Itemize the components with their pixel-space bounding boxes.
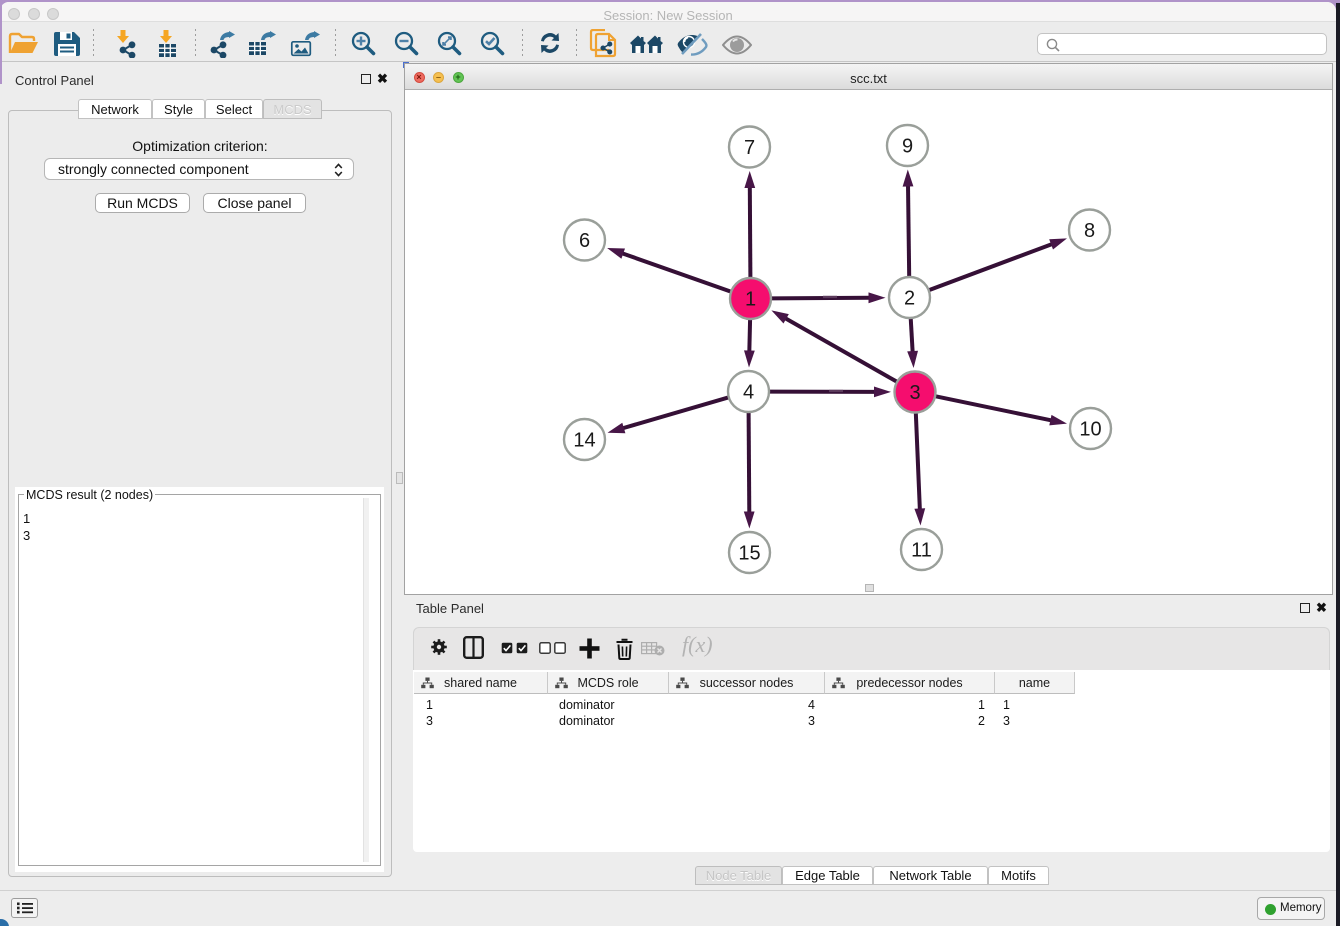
svg-text:2: 2 [904,288,915,310]
svg-text:6: 6 [579,230,590,252]
svg-text:4: 4 [743,382,754,404]
svg-text:9: 9 [902,136,913,158]
svg-text:15: 15 [738,543,760,565]
svg-text:8: 8 [1084,220,1095,242]
svg-text:14: 14 [573,430,595,452]
svg-text:3: 3 [909,382,920,404]
svg-text:1: 1 [745,289,756,311]
svg-text:7: 7 [744,137,755,159]
svg-text:10: 10 [1079,419,1101,441]
svg-text:11: 11 [911,540,932,562]
